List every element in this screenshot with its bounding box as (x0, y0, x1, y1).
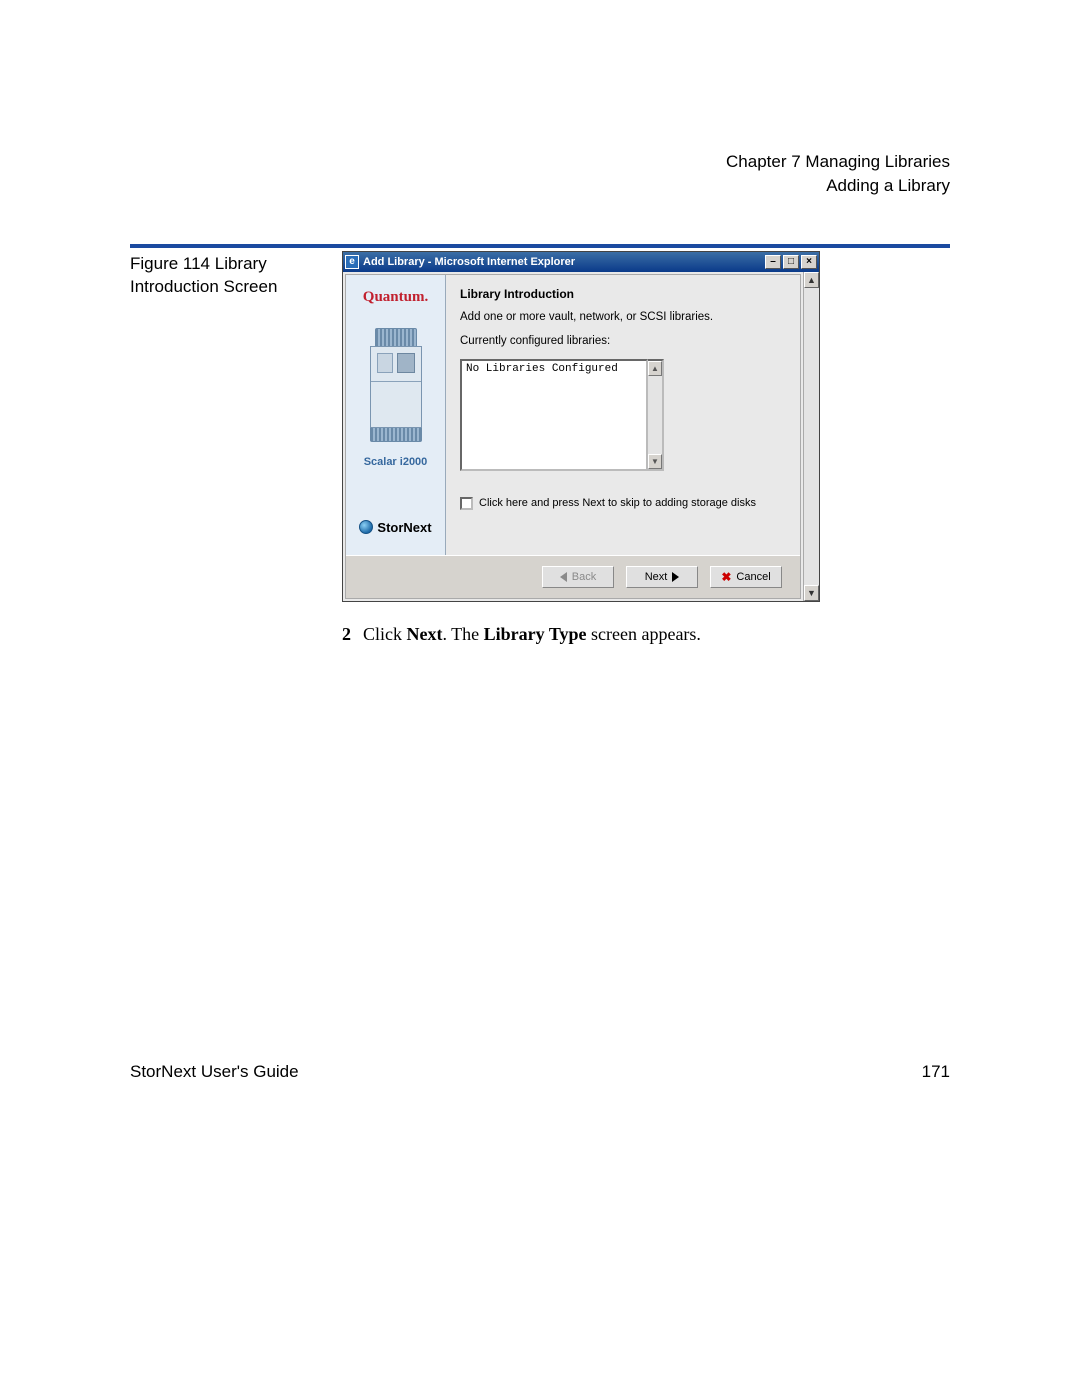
header-rule (130, 244, 950, 248)
globe-icon (359, 520, 373, 534)
figure-caption: Figure 114 Library Introduction Screen (130, 251, 342, 299)
scroll-down-icon[interactable]: ▼ (648, 454, 662, 469)
page-footer: StorNext User's Guide 171 (130, 1062, 950, 1082)
cancel-x-icon: ✖ (721, 570, 731, 584)
wizard-button-bar: Back Next ✖ Cancel (346, 555, 800, 598)
device-illustration (370, 328, 422, 446)
window-scrollbar[interactable]: ▲ ▼ (803, 272, 819, 601)
back-button: Back (542, 566, 614, 588)
wizard-main: Library Introduction Add one or more vau… (446, 275, 800, 555)
chapter-line: Chapter 7 Managing Libraries (130, 150, 950, 174)
footer-left: StorNext User's Guide (130, 1062, 299, 1082)
configured-libraries-listbox[interactable]: No Libraries Configured (460, 359, 648, 471)
device-label: Scalar i2000 (364, 456, 428, 468)
window-title: Add Library - Microsoft Internet Explore… (363, 256, 765, 268)
next-button[interactable]: Next (626, 566, 698, 588)
step-number: 2 (342, 624, 351, 645)
skip-label: Click here and press Next to skip to add… (479, 497, 756, 509)
close-button[interactable]: × (801, 255, 817, 269)
wizard-heading: Library Introduction (460, 287, 786, 301)
scroll-up-icon[interactable]: ▲ (804, 272, 819, 288)
stornext-label: StorNext (377, 520, 431, 535)
back-label: Back (572, 571, 596, 583)
cancel-button[interactable]: ✖ Cancel (710, 566, 782, 588)
wizard-sidebar: Quantum. Scalar i2000 (346, 275, 446, 555)
next-label: Next (645, 571, 668, 583)
cancel-label: Cancel (736, 571, 770, 583)
section-line: Adding a Library (130, 174, 950, 198)
configured-label: Currently configured libraries: (460, 335, 786, 347)
add-library-window: e Add Library - Microsoft Internet Explo… (342, 251, 820, 602)
scroll-up-icon[interactable]: ▲ (648, 361, 662, 376)
skip-checkbox[interactable] (460, 497, 473, 510)
next-arrow-icon (672, 572, 679, 582)
minimize-button[interactable]: – (765, 255, 781, 269)
instruction-step: 2 Click Next. The Library Type screen ap… (342, 624, 950, 645)
listbox-item: No Libraries Configured (466, 363, 618, 375)
maximize-button[interactable]: □ (783, 255, 799, 269)
quantum-logo: Quantum. (363, 289, 428, 306)
stornext-brand: StorNext (359, 520, 431, 545)
window-titlebar: e Add Library - Microsoft Internet Explo… (343, 252, 819, 272)
footer-page-number: 171 (922, 1062, 950, 1082)
ie-icon: e (345, 255, 359, 269)
scroll-down-icon[interactable]: ▼ (804, 585, 819, 601)
step-text: Click Next. The Library Type screen appe… (363, 624, 701, 645)
listbox-scrollbar[interactable]: ▲ ▼ (648, 359, 664, 471)
wizard-intro: Add one or more vault, network, or SCSI … (460, 311, 786, 323)
page-header: Chapter 7 Managing Libraries Adding a Li… (130, 150, 950, 198)
back-arrow-icon (560, 572, 567, 582)
